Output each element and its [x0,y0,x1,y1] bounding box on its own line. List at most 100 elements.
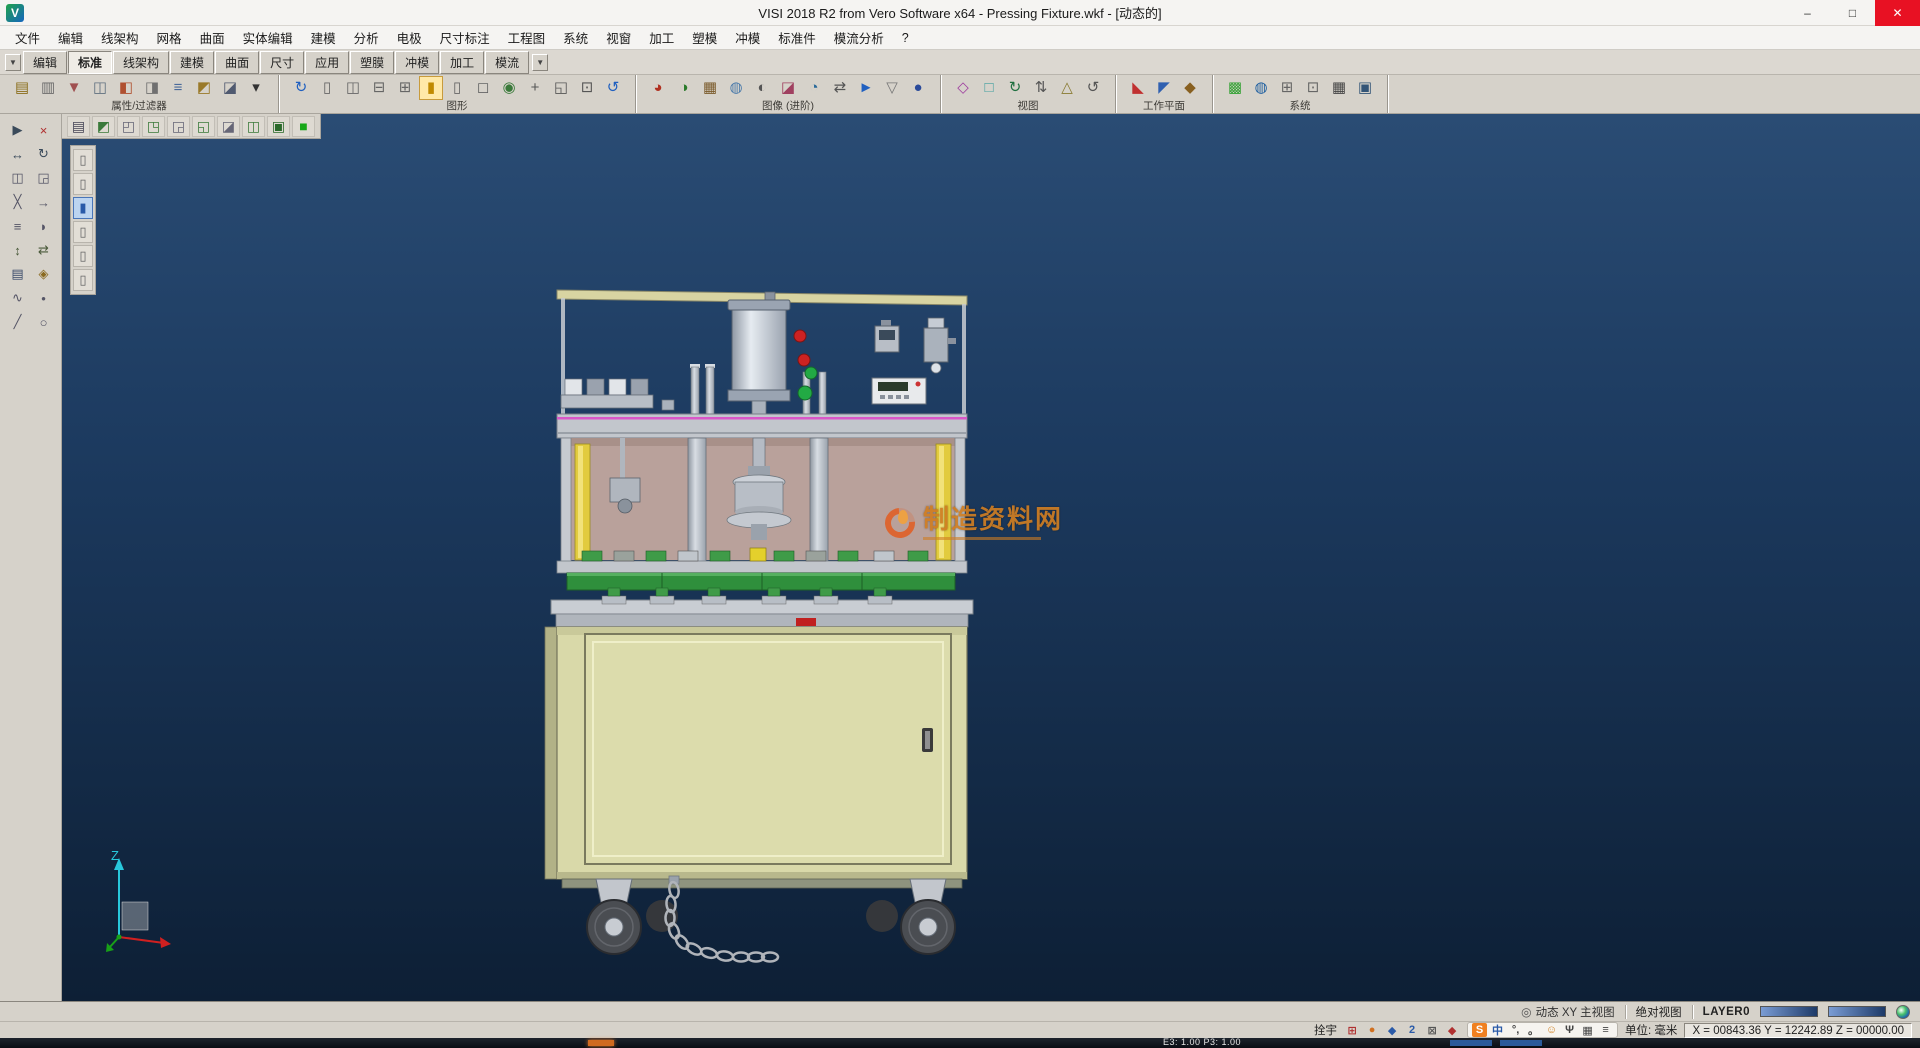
transparency-icon[interactable]: ◍ [724,76,748,100]
menu-die[interactable]: 冲模 [726,26,769,49]
scale-icon[interactable]: ◲ [32,167,56,189]
snap-settings-icon[interactable]: ⊡ [1301,76,1325,100]
view-left-icon[interactable]: ◱ [192,116,215,137]
filter-icon[interactable]: ▼ [62,76,86,100]
status-counter-icon[interactable]: 2 [1404,1023,1420,1038]
ime-toolbox-icon[interactable]: ≡ [1598,1023,1613,1037]
menu-file[interactable]: 文件 [6,26,49,49]
layer-filter-icon[interactable]: ≡ [166,76,190,100]
tab-edit[interactable]: 编辑 [23,51,67,74]
point-icon[interactable]: • [32,287,56,309]
section-view-icon[interactable]: ◪ [776,76,800,100]
tabbar-dropdown[interactable]: ▼ [5,54,21,71]
view-two-horizontal-icon[interactable]: ⊟ [367,76,391,100]
status-ucs-icon[interactable]: ◆ [1444,1023,1460,1038]
shadow-icon[interactable]: ◐ [750,76,774,100]
status-intersect-icon[interactable]: ⊠ [1424,1023,1440,1038]
dimension-icon[interactable]: ⇄ [32,239,56,261]
fillet-icon[interactable]: ◗ [32,215,56,237]
snap-toggle[interactable]: 拴宇 [1314,1022,1337,1038]
view-two-vertical-icon[interactable]: ◫ [341,76,365,100]
tab-flow[interactable]: 模流 [485,51,529,74]
view-axonometric-icon[interactable]: ▣ [267,116,290,137]
menu-flow-analysis[interactable]: 模流分析 [825,26,893,49]
magnet-on-icon[interactable]: ◧ [114,76,138,100]
analysis-icon[interactable]: ◔ [802,76,826,100]
view-rotate-icon[interactable]: ↻ [1003,76,1027,100]
menu-wireframe[interactable]: 线架构 [92,26,148,49]
menu-edit[interactable]: 编辑 [49,26,92,49]
view-back-icon[interactable]: ◪ [217,116,240,137]
menu-machining[interactable]: 加工 [640,26,683,49]
tab-application[interactable]: 应用 [305,51,349,74]
curve-icon[interactable]: ∿ [6,287,30,309]
circle-icon[interactable]: ○ [32,311,56,333]
view-top-icon[interactable]: ◳ [142,116,165,137]
wcs-icon[interactable]: ◈ [32,263,56,285]
menu-system[interactable]: 系统 [554,26,597,49]
color-palette-icon[interactable]: ▩ [1223,76,1247,100]
status-grid-icon[interactable]: ⊞ [1344,1023,1360,1038]
menu-window[interactable]: 视窗 [597,26,640,49]
viewport[interactable]: ▤◩◰◳◲◱◪◫▣■ ▯▯▮▯▯▯ [62,114,1920,1001]
filter-solids-icon[interactable]: ▯ [73,221,93,243]
menu-electrode[interactable]: 电极 [388,26,431,49]
view-front-icon[interactable]: □ [977,76,1001,100]
select-icon[interactable]: ▶ [6,119,30,141]
ime-period-icon[interactable]: 。 [1526,1023,1541,1037]
erase-icon[interactable]: × [32,119,56,141]
render-sphere-icon[interactable]: ● [906,76,930,100]
magnet-off-icon[interactable]: ◨ [140,76,164,100]
taskbar-app-indicator[interactable] [588,1040,614,1046]
ime-language-icon[interactable]: 中 [1490,1023,1505,1037]
view-front-icon[interactable]: ◰ [117,116,140,137]
tab-mold[interactable]: 塑膜 [350,51,394,74]
ime-emoji-icon[interactable]: ☺ [1544,1023,1559,1037]
status-osnap-icon[interactable]: ◆ [1384,1023,1400,1038]
texture-icon[interactable]: ▦ [698,76,722,100]
zoom-window-icon[interactable]: ◱ [549,76,573,100]
attributes-icon[interactable]: ▤ [10,76,34,100]
view-align-icon[interactable]: ⇅ [1029,76,1053,100]
extend-icon[interactable]: → [32,191,56,213]
workplane-dynamic-icon[interactable]: ◆ [1178,76,1202,100]
globe-icon[interactable]: ◍ [1249,76,1273,100]
zoom-extents-icon[interactable]: ⊡ [575,76,599,100]
filter-annotations-icon[interactable]: ▯ [73,269,93,291]
layer-selector[interactable]: LAYER0 [1703,1006,1750,1018]
status-snap-icon[interactable]: ● [1364,1023,1380,1038]
move-icon[interactable]: ↔ [6,143,30,165]
clip-range-slider[interactable] [1760,1006,1818,1017]
calculator-icon[interactable]: ▦ [1327,76,1351,100]
tab-wireframe[interactable]: 线架构 [113,51,169,74]
mirror-icon[interactable]: ◫ [6,167,30,189]
minimize-button[interactable]: – [1785,0,1830,26]
type-filter-icon[interactable]: ◪ [218,76,242,100]
render-quality-icon[interactable] [1896,1005,1910,1019]
redraw-icon[interactable]: ↻ [289,76,313,100]
funnel-icon[interactable]: ▽ [880,76,904,100]
menu-mesh[interactable]: 网格 [148,26,191,49]
compare-icon[interactable]: ⇄ [828,76,852,100]
tab-die[interactable]: 冲模 [395,51,439,74]
menu-analysis[interactable]: 分析 [345,26,388,49]
grid-icon[interactable]: ⊞ [1275,76,1299,100]
menu-surface[interactable]: 曲面 [191,26,234,49]
rotate-icon[interactable]: ↻ [32,143,56,165]
absolute-view-toggle[interactable]: 绝对视图 [1636,1004,1682,1020]
pan-icon[interactable]: + [523,76,547,100]
tabbar-overflow-dropdown[interactable]: ▼ [532,54,548,71]
sogou-logo-icon[interactable]: S [1472,1023,1487,1037]
menu-help[interactable]: ? [893,29,918,47]
filter-surfaces-icon[interactable]: ▮ [73,197,93,219]
view-single-icon[interactable]: ▯ [315,76,339,100]
ime-keyboard-icon[interactable]: ▦ [1580,1023,1595,1037]
line-icon[interactable]: ╱ [6,311,30,333]
shade-mode-icon[interactable]: ▮ [419,76,443,100]
view-isometric-icon[interactable]: ◇ [951,76,975,100]
filter-points-icon[interactable]: ▯ [73,149,93,171]
tab-surface[interactable]: 曲面 [215,51,259,74]
ime-punct-icon[interactable]: °, [1508,1023,1523,1037]
close-button[interactable]: ✕ [1875,0,1920,26]
dynamic-rotate-icon[interactable]: ◉ [497,76,521,100]
